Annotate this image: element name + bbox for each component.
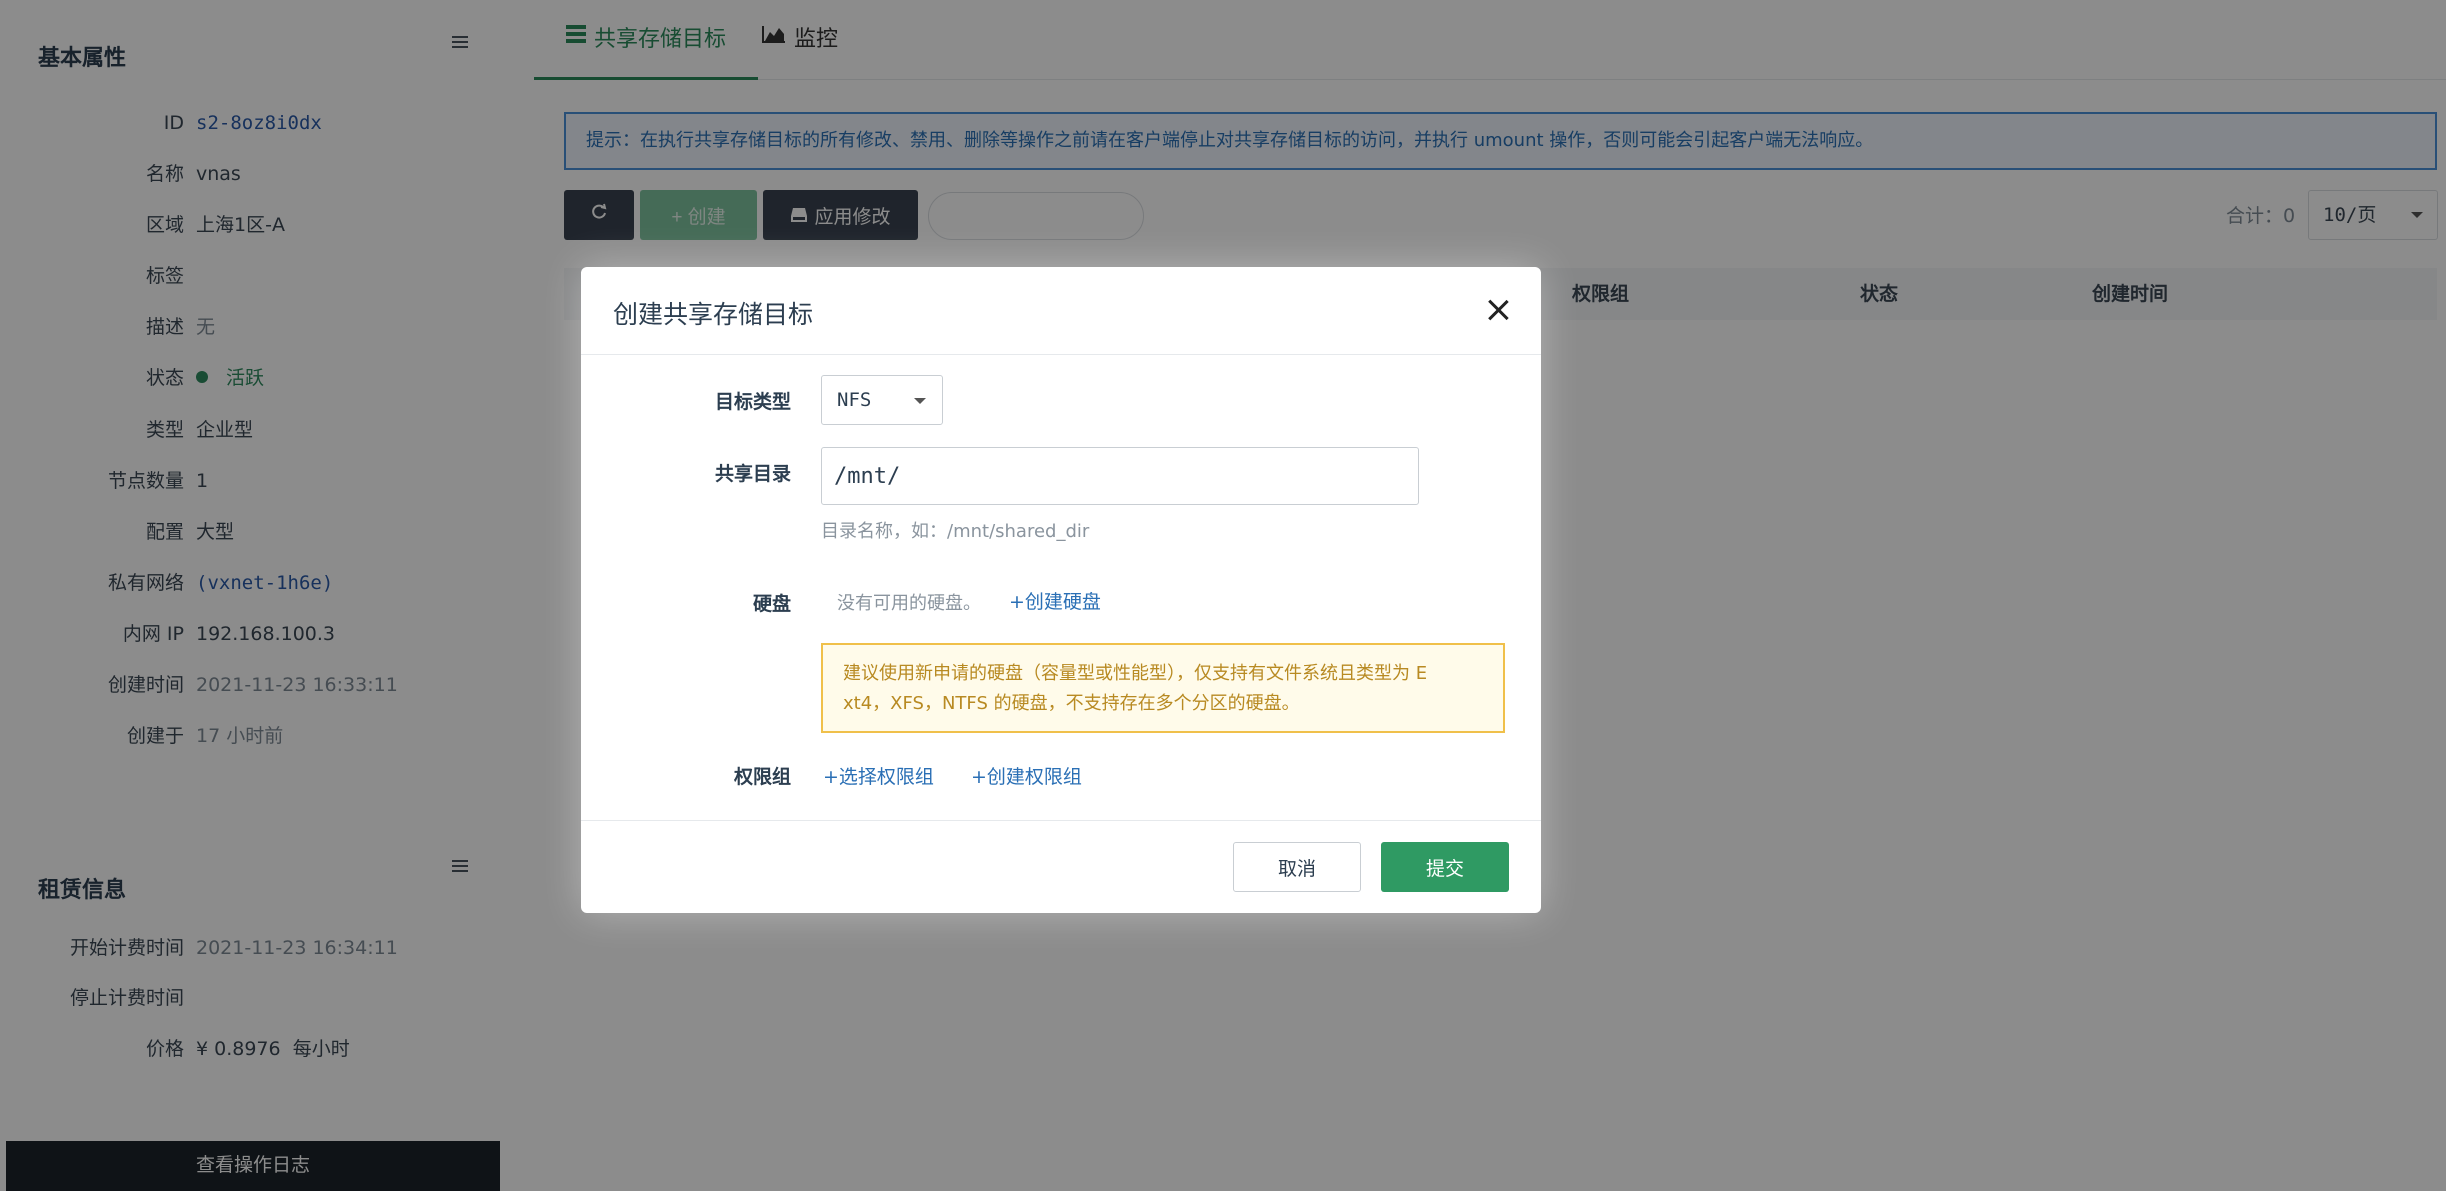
- disk-label: 硬盘: [752, 593, 791, 615]
- dialog-footer: 取消 提交: [581, 820, 1541, 913]
- disk-warning-box: 建议使用新申请的硬盘（容量型或性能型），仅支持有文件系统且类型为 E xt4，X…: [821, 643, 1505, 733]
- dialog-title: 创建共享存储目标: [613, 300, 814, 329]
- no-disk-text: 没有可用的硬盘。: [837, 593, 981, 614]
- submit-button[interactable]: 提交: [1381, 842, 1509, 892]
- create-storage-target-dialog: 创建共享存储目标 目标类型 NFS 共享目录 目录名称，如：/mnt/share…: [581, 267, 1541, 913]
- share-dir-label: 共享目录: [714, 463, 791, 485]
- target-type-label: 目标类型: [714, 391, 791, 413]
- chevron-down-icon: [914, 398, 926, 404]
- share-dir-input[interactable]: [821, 447, 1419, 505]
- target-type-select[interactable]: NFS: [821, 375, 943, 425]
- create-disk-link[interactable]: +创建硬盘: [1009, 587, 1101, 614]
- warning-line: 建议使用新申请的硬盘（容量型或性能型），仅支持有文件系统且类型为 E: [843, 663, 1428, 684]
- close-icon[interactable]: [1487, 299, 1509, 321]
- share-dir-hint: 目录名称，如：/mnt/shared_dir: [821, 521, 1090, 542]
- warning-line: xt4，XFS，NTFS 的硬盘，不支持存在多个分区的硬盘。: [843, 693, 1300, 714]
- cancel-button[interactable]: 取消: [1233, 842, 1361, 892]
- dialog-header: 创建共享存储目标: [581, 267, 1541, 355]
- target-type-value: NFS: [837, 389, 872, 411]
- create-permission-group-link[interactable]: +创建权限组: [971, 762, 1082, 789]
- select-permission-group-link[interactable]: +选择权限组: [823, 762, 934, 789]
- permission-group-label: 权限组: [733, 766, 791, 788]
